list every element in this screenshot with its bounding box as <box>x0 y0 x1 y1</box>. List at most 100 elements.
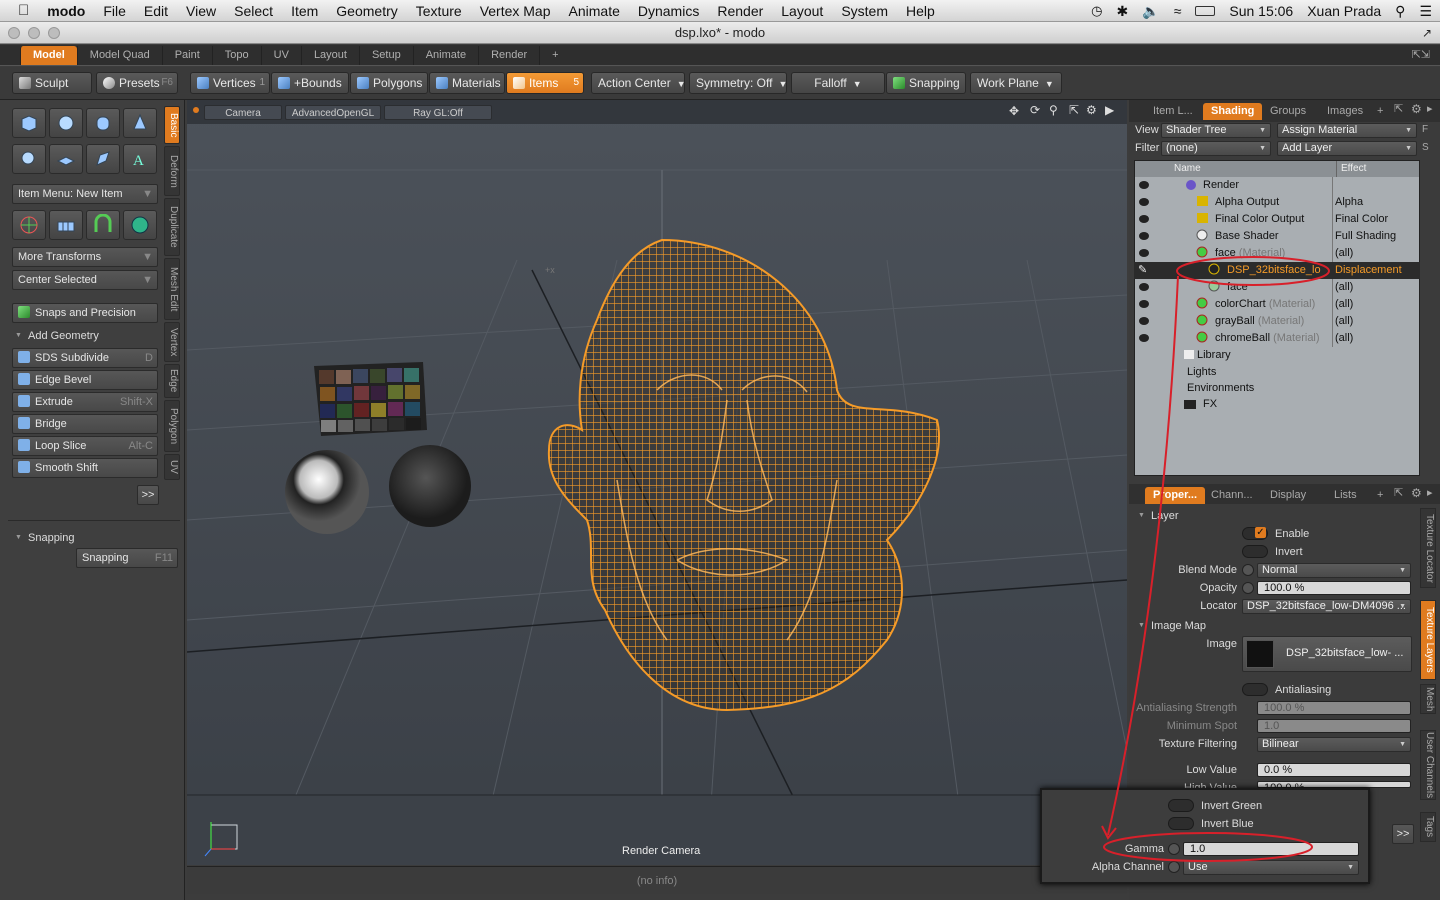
expand-icon[interactable]: ⇱ <box>1394 486 1403 499</box>
tab-item-list[interactable]: Item L... <box>1145 103 1201 120</box>
alpha-channel-dot[interactable] <box>1168 861 1180 873</box>
globe-icon[interactable] <box>123 210 157 240</box>
color-chart[interactable] <box>314 362 427 436</box>
tab-render[interactable]: Render <box>478 46 539 65</box>
snapping-toggle-button[interactable]: Snapping <box>886 72 966 94</box>
spotlight-search-icon[interactable]: ⚲ <box>1395 3 1405 20</box>
edge-bevel-button[interactable]: Edge Bevel <box>12 370 158 390</box>
menu-file[interactable]: File <box>94 3 135 19</box>
menubar-user[interactable]: Xuan Prada <box>1307 3 1381 19</box>
menu-dynamics[interactable]: Dynamics <box>629 3 708 19</box>
invert-green-checkbox[interactable] <box>1168 799 1194 812</box>
vtab-mesh-edit[interactable]: Mesh Edit <box>164 258 180 320</box>
smooth-shift-button[interactable]: Smooth Shift <box>12 458 158 478</box>
assign-material-button[interactable]: Assign Material <box>1277 123 1417 138</box>
expand-icon[interactable]: ⇱ <box>1394 102 1403 115</box>
panel-gear-icon[interactable]: ⚙ <box>1411 102 1422 116</box>
tab-paint[interactable]: Paint <box>161 46 212 65</box>
tab-layout[interactable]: Layout <box>300 46 359 65</box>
3d-viewport[interactable]: +x Camera AdvancedOpenGL Ray GL:Off ✥ ⟳ … <box>187 100 1127 865</box>
menu-app[interactable]: modo <box>38 3 94 19</box>
vertices-mode-button[interactable]: Vertices 1 <box>190 72 270 94</box>
center-selected-dropdown[interactable]: Center Selected ▼ <box>12 270 158 290</box>
presets-button[interactable]: Presets F6 <box>96 72 178 94</box>
tab-add-properties[interactable]: + <box>1369 487 1391 504</box>
menu-select[interactable]: Select <box>225 3 282 19</box>
tab-shading[interactable]: Shading <box>1203 103 1263 120</box>
tab-add-panel[interactable]: + <box>1369 103 1391 120</box>
tab-model-quad[interactable]: Model Quad <box>76 46 162 65</box>
more-transforms-dropdown[interactable]: More Transforms ▼ <box>12 247 158 267</box>
vtab-user-channels[interactable]: User Channels <box>1420 730 1436 800</box>
image-selector[interactable]: DSP_32bitsface_low- ... <box>1242 636 1412 672</box>
enable-checkbox[interactable]: ✓ <box>1242 527 1268 540</box>
notification-center-icon[interactable]: ☰ <box>1419 3 1432 20</box>
menu-layout[interactable]: Layout <box>772 3 832 19</box>
high-value-field[interactable]: 100.0 % <box>1257 781 1411 788</box>
viewport-shading-tab[interactable]: AdvancedOpenGL <box>285 105 381 120</box>
add-cube-icon[interactable] <box>12 108 46 138</box>
alpha-channel-dropdown[interactable]: Use <box>1183 860 1359 875</box>
bridge-button[interactable]: Bridge <box>12 414 158 434</box>
snapping-button[interactable]: Snapping F11 <box>76 548 178 568</box>
more-tools-button[interactable]: >> <box>137 485 159 505</box>
add-plane-icon[interactable] <box>49 144 83 174</box>
invert-checkbox[interactable] <box>1242 545 1268 558</box>
polygons-mode-button[interactable]: Polygons <box>350 72 428 94</box>
blend-mode-dropdown[interactable]: Normal <box>1257 563 1411 578</box>
viewport-camera-tab[interactable]: Camera <box>204 105 282 120</box>
menu-item[interactable]: Item <box>282 3 327 19</box>
tab-add-layout[interactable]: + <box>539 46 570 65</box>
expand-arrows-icon[interactable]: ⇱⇲ <box>1412 48 1430 61</box>
add-layer-dropdown[interactable]: Add Layer <box>1277 141 1417 156</box>
items-mode-button[interactable]: Items 5 <box>506 72 584 94</box>
add-geometry-header[interactable]: Add Geometry <box>12 326 158 346</box>
tab-channels[interactable]: Chann... <box>1203 487 1261 504</box>
symmetry-dropdown[interactable]: Symmetry: Off ▼ <box>689 72 787 94</box>
bend-icon[interactable] <box>86 210 120 240</box>
item-menu-dropdown[interactable]: Item Menu: New Item ▼ <box>12 184 158 204</box>
menu-view[interactable]: View <box>177 3 225 19</box>
snaps-precision-button[interactable]: Snaps and Precision <box>12 303 158 323</box>
add-cone-icon[interactable] <box>123 108 157 138</box>
action-center-dropdown[interactable]: Action Center ▼ <box>591 72 686 94</box>
opacity-dot[interactable] <box>1242 582 1254 594</box>
tab-lists[interactable]: Lists <box>1326 487 1365 504</box>
gamma-dot[interactable] <box>1168 843 1180 855</box>
pan-icon[interactable]: ✥ <box>1009 104 1019 118</box>
bounds-button[interactable]: +Bounds <box>271 72 349 94</box>
window-minimize-button[interactable] <box>28 27 40 39</box>
grid-element-icon[interactable] <box>49 210 83 240</box>
menu-animate[interactable]: Animate <box>560 3 629 19</box>
fullscreen-icon[interactable]: ↗ <box>1422 22 1432 44</box>
sds-subdivide-button[interactable]: SDS Subdivide D <box>12 348 158 368</box>
vtab-vertex[interactable]: Vertex <box>164 322 180 362</box>
rotate-icon[interactable]: ⟳ <box>1030 103 1040 117</box>
add-pen-icon[interactable] <box>86 144 120 174</box>
view-dropdown[interactable]: Shader Tree <box>1161 123 1271 138</box>
menu-vertex-map[interactable]: Vertex Map <box>471 3 560 19</box>
viewport-gear-icon[interactable]: ⚙ <box>1086 103 1097 117</box>
menubar-clock[interactable]: Sun 15:06 <box>1229 3 1293 19</box>
viewport-menu-dot[interactable] <box>193 107 199 113</box>
tab-topo[interactable]: Topo <box>211 46 261 65</box>
vtab-duplicate[interactable]: Duplicate <box>164 198 180 256</box>
antialiasing-checkbox[interactable] <box>1242 683 1268 696</box>
vtab-uv[interactable]: UV <box>164 454 180 480</box>
image-map-section-header[interactable]: Image Map <box>1135 616 1281 636</box>
add-text-icon[interactable]: A <box>123 144 157 174</box>
vtab-edge[interactable]: Edge <box>164 364 180 398</box>
invert-blue-checkbox[interactable] <box>1168 817 1194 830</box>
vtab-texture-locator[interactable]: Texture Locator <box>1420 508 1436 588</box>
blend-mode-dot[interactable] <box>1242 564 1254 576</box>
tab-setup[interactable]: Setup <box>358 46 413 65</box>
viewport-play-icon[interactable]: ▶ <box>1105 103 1114 117</box>
extrude-button[interactable]: Extrude Shift-X <box>12 392 158 412</box>
viewport-raygl-tab[interactable]: Ray GL:Off <box>384 105 492 120</box>
tab-animate[interactable]: Animate <box>412 46 478 65</box>
bluetooth-icon[interactable]: ✱ <box>1117 3 1129 20</box>
tab-model[interactable]: Model <box>20 46 77 65</box>
properties-more-button[interactable]: >> <box>1392 824 1414 844</box>
add-capsule-icon[interactable] <box>12 144 46 174</box>
wifi-icon[interactable]: ≈ <box>1174 3 1182 19</box>
